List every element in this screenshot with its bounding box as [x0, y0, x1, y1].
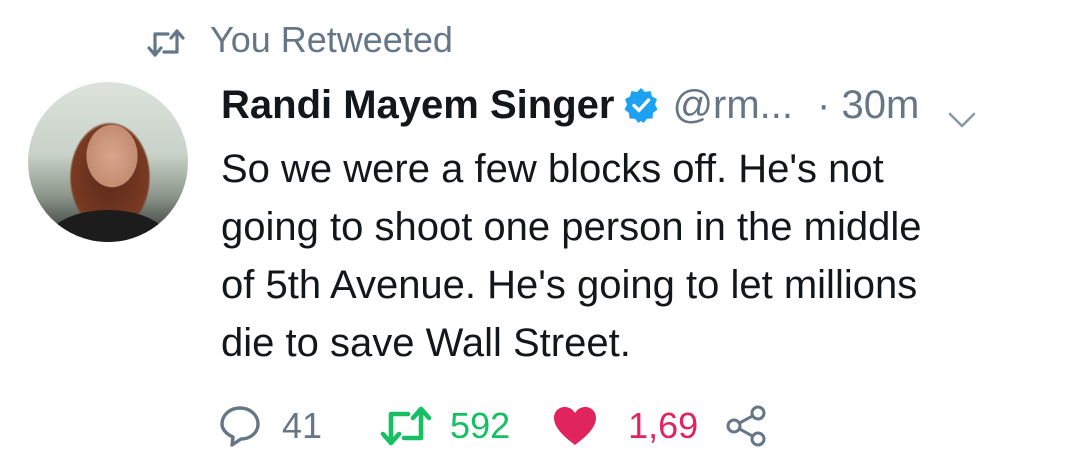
tweet-text-line: die to save Wall Street. — [221, 321, 631, 365]
like-count: 1,69 — [628, 405, 699, 446]
chevron-down-icon[interactable] — [947, 95, 977, 128]
reply-icon — [218, 404, 262, 448]
avatar-shoulders — [48, 210, 168, 242]
retweet-icon — [380, 406, 432, 446]
retweet-context: You Retweeted — [146, 18, 453, 62]
author-name[interactable]: Randi Mayem Singer — [221, 83, 614, 128]
tweet-text-line: of 5th Avenue. He's going to let million… — [221, 263, 918, 307]
share-icon — [724, 404, 768, 448]
tweet-text-line: going to shoot one person in the middle — [221, 205, 922, 249]
retweet-count: 592 — [450, 405, 511, 446]
retweet-context-label: You Retweeted — [210, 19, 453, 60]
tweet-actions: 41 592 1,69 — [218, 400, 768, 452]
like-button[interactable]: 1,69 — [552, 405, 724, 447]
tweet-timestamp[interactable]: · 30m — [817, 83, 919, 128]
tweet-text-line: So we were a few blocks off. He's not — [221, 147, 884, 191]
retweet-icon — [146, 25, 186, 57]
retweet-button[interactable]: 592 — [380, 405, 552, 447]
verified-badge-icon — [622, 86, 660, 124]
tweet-text: So we were a few blocks off. He's not go… — [221, 140, 1041, 372]
share-button[interactable] — [724, 404, 768, 448]
reply-button[interactable]: 41 — [218, 404, 380, 448]
reply-count: 41 — [282, 405, 323, 446]
tweet-header: Randi Mayem Singer @rm... · 30m — [221, 80, 977, 130]
author-handle[interactable]: @rm... — [672, 83, 793, 128]
heart-icon — [552, 405, 598, 447]
avatar[interactable] — [28, 82, 188, 242]
